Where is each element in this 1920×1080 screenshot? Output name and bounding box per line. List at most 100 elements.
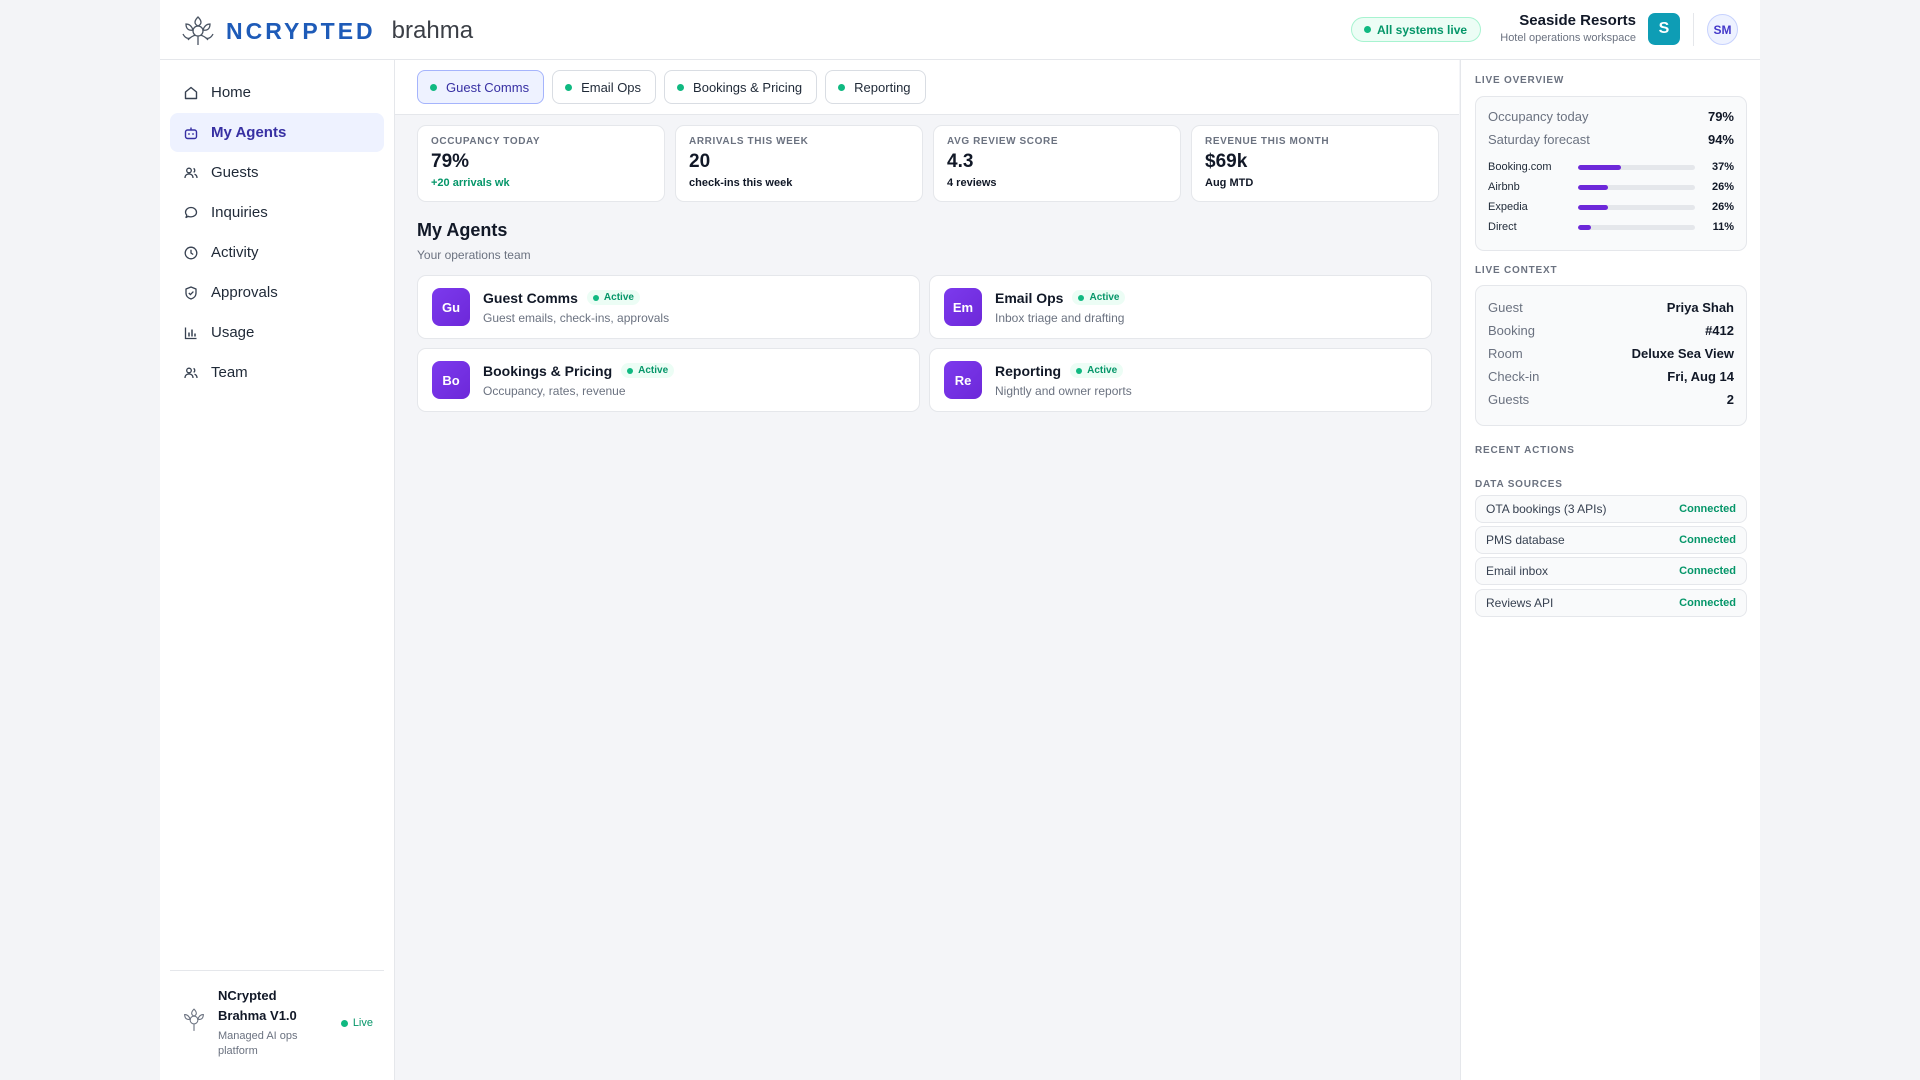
context-row: Check-in Fri, Aug 14	[1476, 365, 1746, 388]
tab-email-ops[interactable]: Email Ops	[552, 70, 657, 104]
sidebar-item-guests[interactable]: Guests	[170, 153, 384, 192]
agent-info: Email Ops Active Inbox triage and drafti…	[995, 290, 1126, 325]
status-dot-icon	[838, 83, 846, 91]
agent-tabs-bar: Guest Comms Email Ops Bookings & Pricing…	[395, 60, 1459, 115]
sidebar-item-home[interactable]: Home	[170, 73, 384, 112]
sidebar-item-approvals[interactable]: Approvals	[170, 273, 384, 312]
channel-name: Airbnb	[1488, 181, 1520, 193]
channel-row: Airbnb 26%	[1476, 177, 1746, 197]
agent-info: Guest Comms Active Guest emails, check-i…	[483, 290, 669, 325]
context-row: Room Deluxe Sea View	[1476, 342, 1746, 365]
overview-key: Saturday forecast	[1488, 132, 1590, 147]
stat-value: 20	[689, 151, 711, 172]
agent-name-row: Bookings & Pricing Active	[483, 362, 675, 379]
workspace-badge[interactable]: S	[1648, 13, 1680, 45]
stat-value: 79%	[431, 151, 470, 172]
agent-name: Guest Comms	[483, 289, 578, 306]
sidebar-item-inquiries[interactable]: Inquiries	[170, 193, 384, 232]
chat-icon	[184, 206, 198, 218]
data-source-row[interactable]: Reviews API Connected	[1475, 589, 1747, 617]
sidebar-item-team[interactable]: Team	[170, 353, 384, 392]
status-badge-text: Active	[1089, 292, 1120, 303]
sidebar-item-usage[interactable]: Usage	[170, 313, 384, 352]
tab-label: Guest Comms	[446, 79, 530, 95]
agent-card-bookings-pricing[interactable]: Bo Bookings & Pricing Active Occupancy, …	[417, 348, 920, 412]
stat-label: AVG REVIEW SCORE	[947, 136, 1059, 147]
agent-card-email-ops[interactable]: Em Email Ops Active Inbox triage and dra…	[929, 275, 1432, 339]
sidebar-item-activity[interactable]: Activity	[170, 233, 384, 272]
context-key: Booking	[1488, 323, 1535, 338]
status-dot-icon	[627, 367, 634, 374]
stats-row: OCCUPANCY TODAY 79% +20 arrivals wk ARRI…	[417, 125, 1439, 202]
live-context-label: LIVE CONTEXT	[1475, 265, 1558, 276]
section-title: My Agents	[417, 220, 508, 240]
data-source-name: Reviews API	[1486, 596, 1554, 610]
status-dot-icon	[430, 83, 437, 91]
system-status-badge: All systems live	[1351, 17, 1482, 42]
channel-bar-fill	[1578, 204, 1609, 210]
context-value: #412	[1705, 323, 1734, 338]
context-row: Guest Priya Shah	[1476, 296, 1746, 319]
context-value: Fri, Aug 14	[1667, 369, 1734, 384]
overview-row: Occupancy today 79%	[1476, 105, 1746, 128]
live-overview-card: Occupancy today 79% Saturday forecast 94…	[1475, 96, 1747, 251]
agent-avatar: Em	[944, 288, 982, 326]
channel-bar	[1578, 164, 1695, 170]
sidebar-item-label: Home	[211, 84, 252, 101]
stat-sub: Aug MTD	[1205, 177, 1254, 189]
sidebar-item-label: Activity	[211, 244, 259, 261]
agent-card-reporting[interactable]: Re Reporting Active Nightly and owner re…	[929, 348, 1432, 412]
workspace-subtitle: Hotel operations workspace	[1500, 32, 1636, 44]
status-dot-icon	[1076, 367, 1083, 374]
stat-sub: 4 reviews	[947, 177, 997, 189]
status-dot-icon	[1364, 26, 1371, 33]
stat-label: ARRIVALS THIS WEEK	[689, 136, 809, 147]
agent-name-row: Reporting Active	[995, 363, 1132, 379]
context-row: Booking #412	[1476, 319, 1746, 342]
channel-bar	[1578, 204, 1695, 210]
status-badge-text: Active	[1087, 365, 1118, 376]
clock-icon	[184, 246, 198, 259]
right-panel: LIVE OVERVIEW Occupancy today 79% Saturd…	[1460, 60, 1760, 1080]
tab-reporting[interactable]: Reporting	[825, 70, 926, 104]
data-source-status: Connected	[1679, 503, 1736, 515]
brand[interactable]: NCRYPTED brahma	[180, 14, 473, 48]
workspace-name: Seaside Resorts	[1519, 12, 1636, 29]
user-avatar[interactable]: SM	[1707, 14, 1738, 45]
agent-info: Reporting Active Nightly and owner repor…	[995, 363, 1132, 398]
data-source-row[interactable]: OTA bookings (3 APIs) Connected	[1475, 495, 1747, 523]
tab-bookings-pricing[interactable]: Bookings & Pricing	[664, 70, 818, 104]
channel-value: 11%	[1712, 221, 1734, 233]
data-source-row[interactable]: PMS database Connected	[1475, 526, 1747, 554]
data-source-name: Email inbox	[1486, 564, 1549, 578]
context-row: Guests 2	[1476, 388, 1746, 411]
status-badge: Active	[1072, 290, 1126, 305]
overview-value: 94%	[1707, 132, 1734, 147]
tab-label: Email Ops	[581, 79, 642, 95]
platform-info: NCrypted Brahma V1.0 Managed AI ops plat…	[218, 986, 318, 1059]
channel-row: Booking.com 37%	[1476, 157, 1746, 177]
agent-description: Nightly and owner reports	[995, 383, 1132, 398]
sidebar-item-label: Approvals	[211, 284, 278, 301]
agent-tabs: Guest Comms Email Ops Bookings & Pricing…	[417, 70, 926, 104]
sidebar-item-label: Usage	[211, 324, 255, 341]
tab-label: Bookings & Pricing	[693, 79, 803, 95]
sidebar-item-my-agents[interactable]: My Agents	[170, 113, 384, 152]
agent-description: Guest emails, check-ins, approvals	[483, 310, 670, 325]
data-source-row[interactable]: Email inbox Connected	[1475, 557, 1747, 585]
bar-chart-icon	[184, 327, 197, 339]
agent-card-guest-comms[interactable]: Gu Guest Comms Active Guest emails, chec…	[417, 275, 920, 339]
header-divider	[1693, 13, 1694, 46]
tab-guest-comms[interactable]: Guest Comms	[417, 70, 545, 104]
status-dot-icon	[565, 83, 573, 91]
home-icon	[184, 86, 198, 99]
data-source-status: Connected	[1679, 534, 1736, 546]
workspace-info[interactable]: Seaside Resorts Hotel operations workspa…	[1500, 12, 1636, 44]
agent-name: Reporting	[995, 362, 1062, 379]
channel-bar	[1578, 184, 1695, 190]
overview-value: 79%	[1707, 109, 1734, 124]
overview-row: Saturday forecast 94%	[1476, 128, 1746, 151]
context-value: Priya Shah	[1666, 300, 1734, 315]
guests-icon	[184, 167, 198, 178]
agent-name: Bookings & Pricing	[483, 362, 613, 379]
